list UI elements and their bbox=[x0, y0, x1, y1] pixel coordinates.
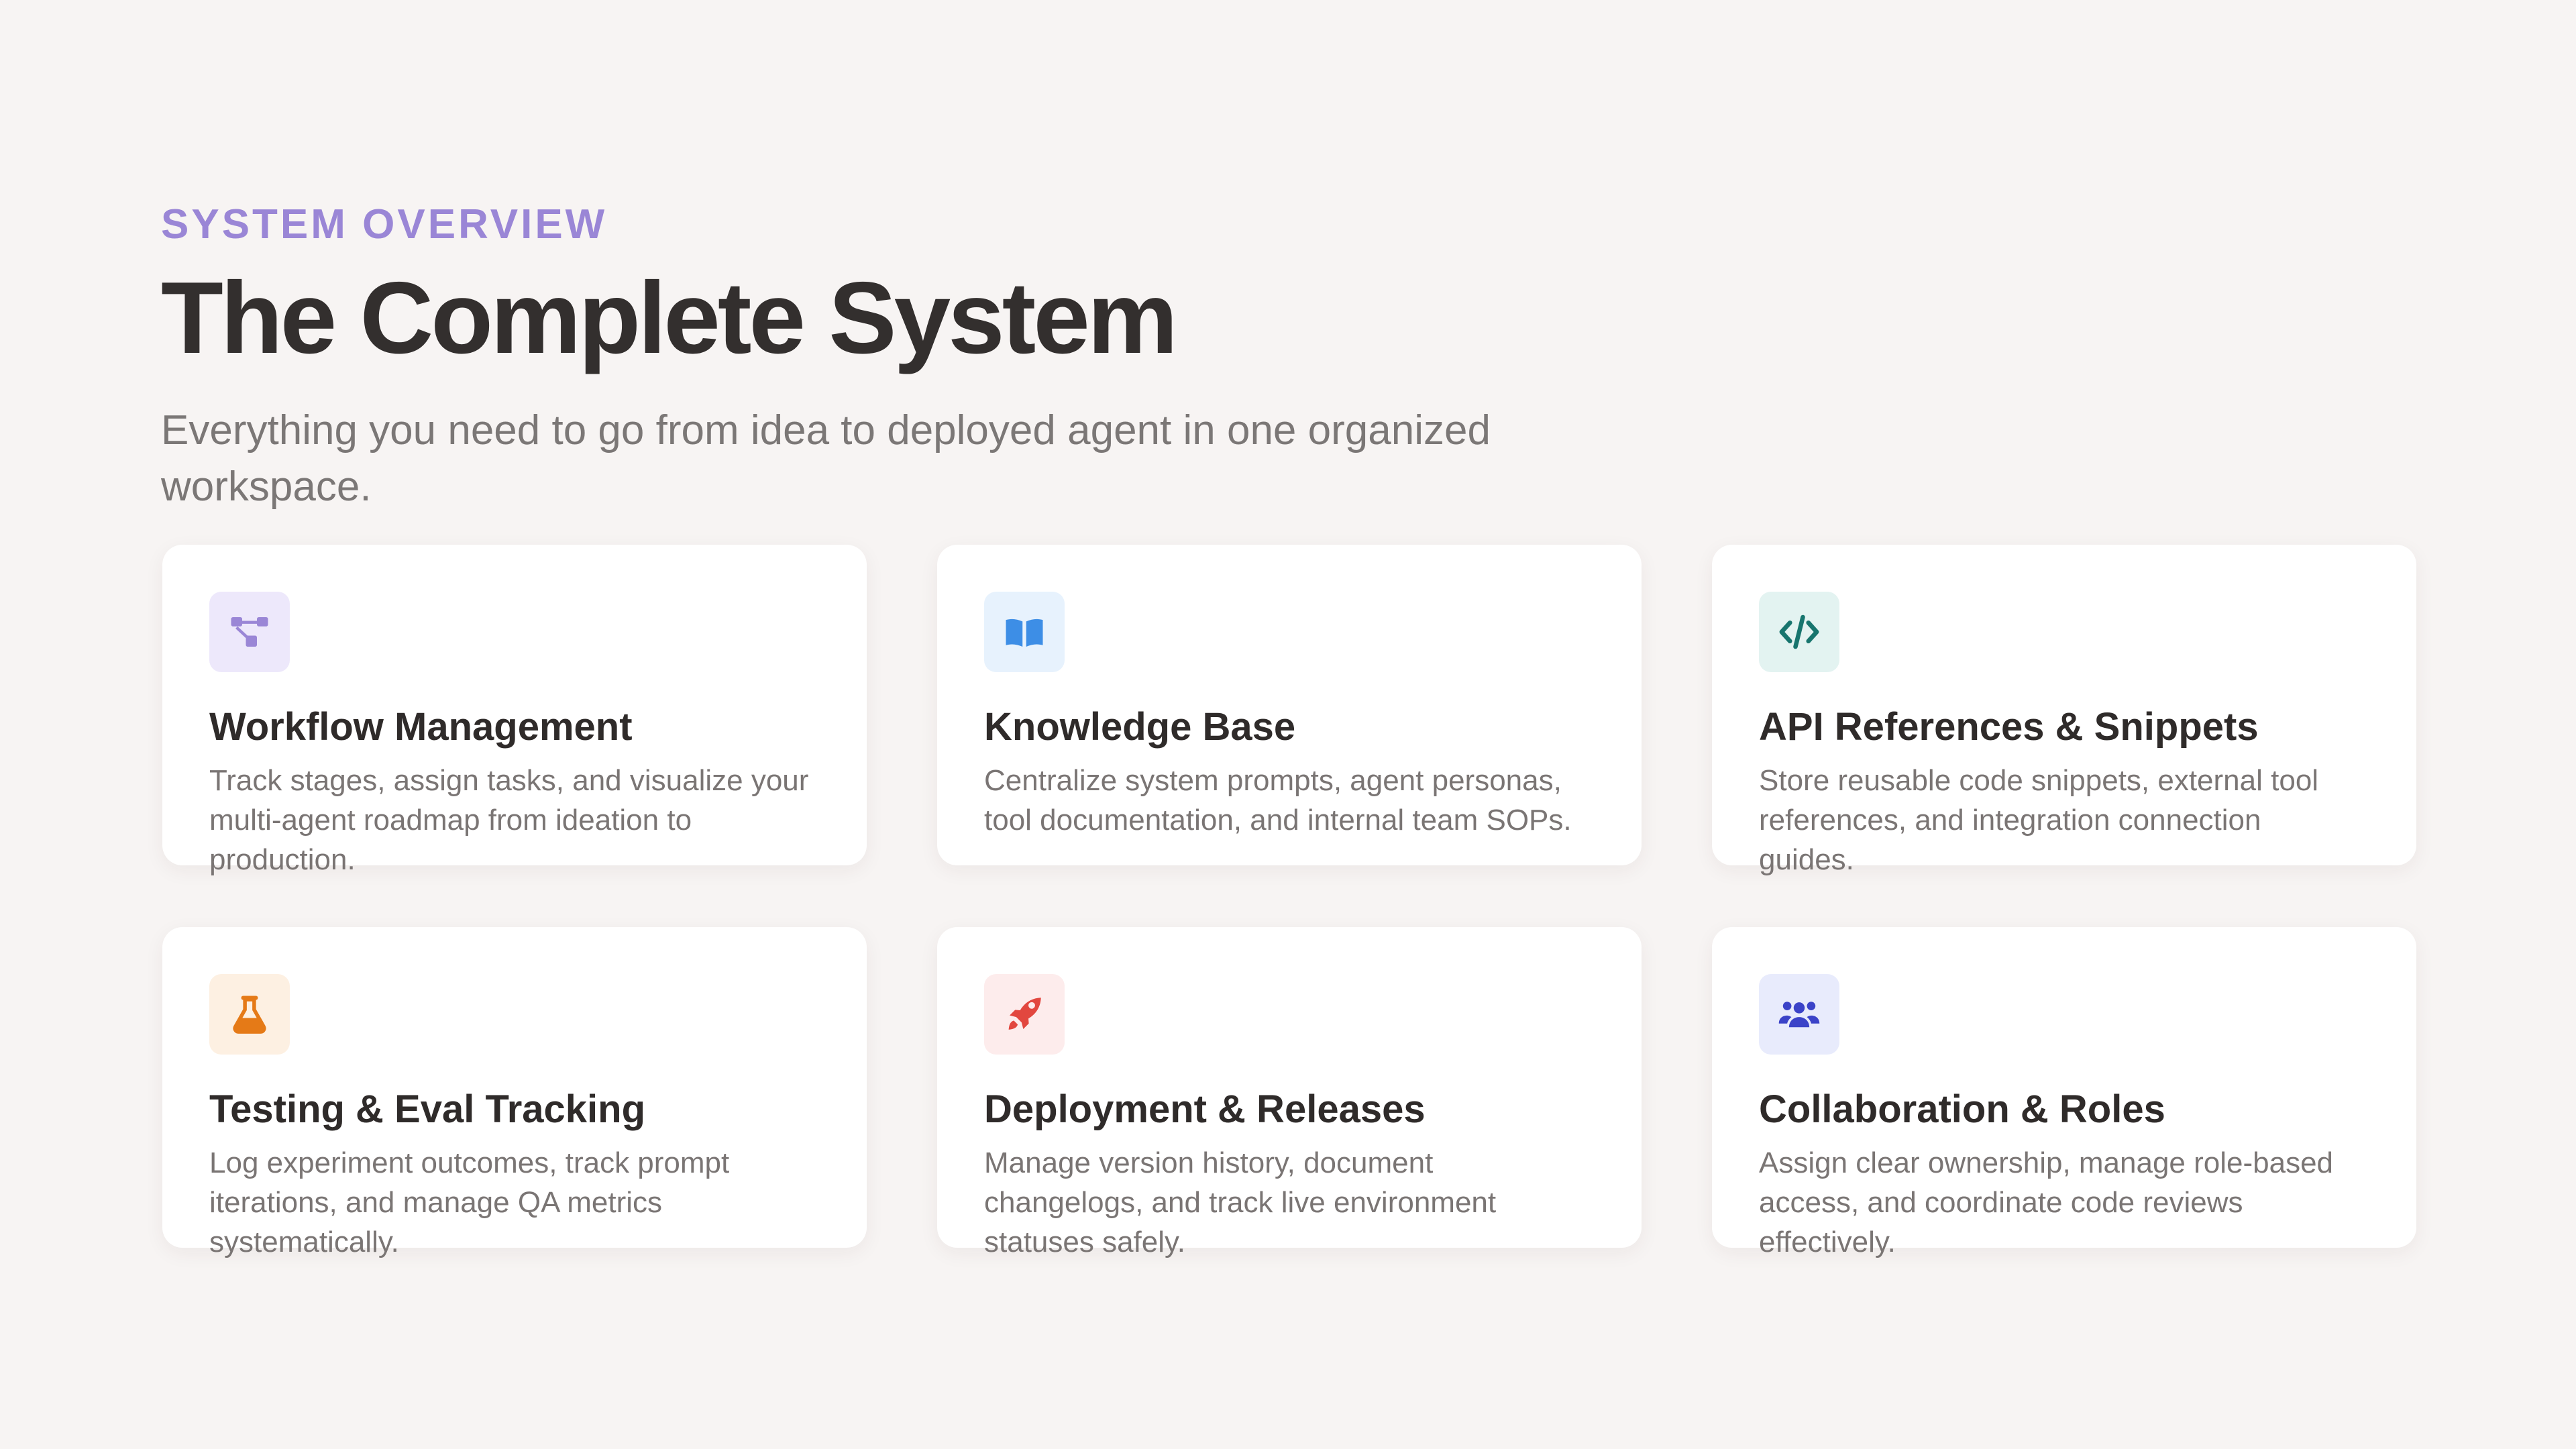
feature-card-title: Testing & Eval Tracking bbox=[209, 1087, 646, 1131]
feature-card-description: Log experiment outcomes, track prompt it… bbox=[209, 1146, 730, 1258]
workflow-icon bbox=[231, 617, 268, 647]
feature-card-title: Knowledge Base bbox=[984, 705, 1296, 749]
feature-card-api-references: API References & Snippets Store reusable… bbox=[1712, 545, 2416, 876]
header: SYSTEM OVERVIEW The Complete System Ever… bbox=[161, 199, 1771, 515]
page-subtitle: Everything you need to go from idea to d… bbox=[161, 407, 1491, 510]
code-icon-box bbox=[1759, 592, 1839, 672]
users-icon bbox=[1778, 1002, 1820, 1028]
book-icon-box bbox=[984, 592, 1065, 672]
feature-card-title: Deployment & Releases bbox=[984, 1087, 1426, 1131]
feature-card-knowledge-base: Knowledge Base Centralize system prompts… bbox=[937, 545, 1642, 865]
feature-card-title: Collaboration & Roles bbox=[1759, 1087, 2165, 1131]
feature-grid: Workflow Management Track stages, assign… bbox=[162, 545, 2416, 1258]
page-title: The Complete System bbox=[161, 261, 1178, 375]
section-eyebrow: SYSTEM OVERVIEW bbox=[161, 201, 608, 248]
rocket-icon-box bbox=[984, 974, 1065, 1055]
feature-card-workflow: Workflow Management Track stages, assign… bbox=[162, 545, 867, 876]
book-icon bbox=[1006, 619, 1043, 647]
workflow-icon-box bbox=[209, 592, 290, 672]
feature-card-description: Store reusable code snippets, external t… bbox=[1759, 764, 2319, 876]
rocket-icon bbox=[1008, 998, 1041, 1030]
feature-card-title: API References & Snippets bbox=[1759, 705, 2259, 749]
flask-icon bbox=[233, 996, 266, 1034]
flask-icon-box bbox=[209, 974, 290, 1055]
feature-card-testing: Testing & Eval Tracking Log experiment o… bbox=[162, 927, 867, 1258]
feature-card-collaboration: Collaboration & Roles Assign clear owner… bbox=[1712, 927, 2416, 1258]
users-icon-box bbox=[1759, 974, 1839, 1055]
feature-card-deployment: Deployment & Releases Manage version his… bbox=[937, 927, 1642, 1258]
feature-card-description: Manage version history, document changel… bbox=[984, 1146, 1497, 1258]
feature-card-description: Assign clear ownership, manage role-base… bbox=[1759, 1146, 2334, 1258]
code-icon bbox=[1779, 614, 1819, 649]
feature-card-description: Centralize system prompts, agent persona… bbox=[984, 764, 1572, 837]
feature-card-title: Workflow Management bbox=[209, 705, 633, 749]
feature-card-description: Track stages, assign tasks, and visualiz… bbox=[209, 764, 809, 876]
system-overview-page: SYSTEM OVERVIEW The Complete System Ever… bbox=[0, 0, 2576, 1449]
